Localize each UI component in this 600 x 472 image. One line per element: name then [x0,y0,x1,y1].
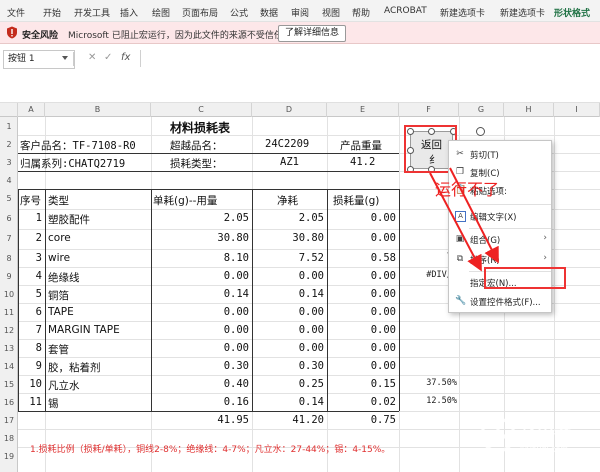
watermark-domain: luyouqi.com [520,444,568,454]
watermark-text: 路由器 [520,421,572,441]
annotation-text: 运行不了 [435,180,500,199]
watermark-logo: 路由器 luyouqi.com [480,417,572,454]
annotation-arrows [429,167,499,272]
